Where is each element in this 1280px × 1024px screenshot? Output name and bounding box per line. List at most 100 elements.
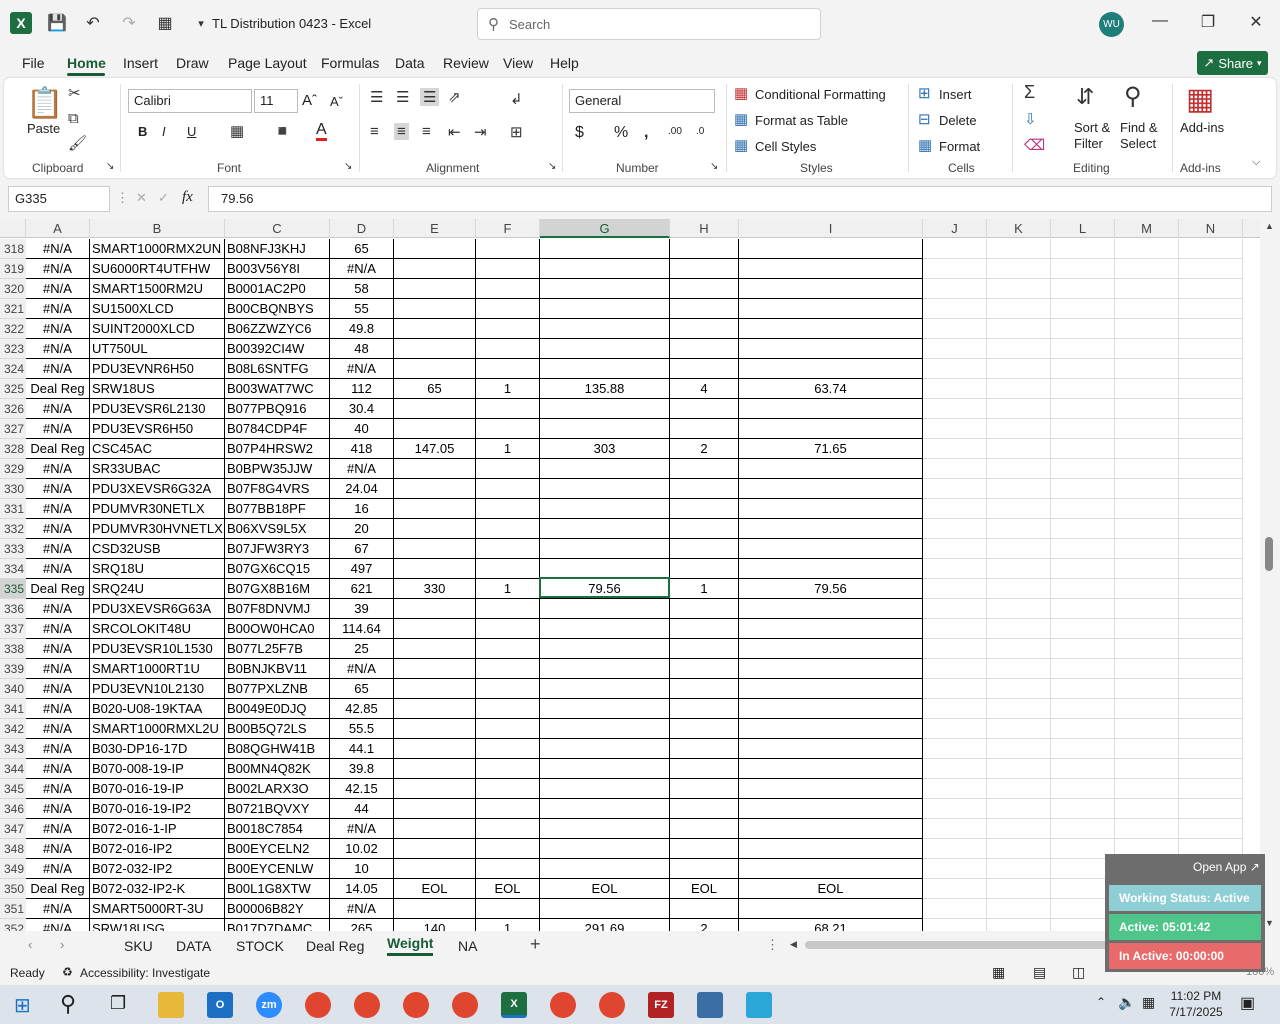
empty-cell[interactable] (923, 459, 987, 479)
cell[interactable]: EOL (540, 879, 670, 899)
cell[interactable] (670, 719, 739, 739)
formula-input[interactable]: 79.56 (208, 186, 1272, 212)
cell[interactable] (670, 539, 739, 559)
empty-cell[interactable] (1115, 419, 1179, 439)
cell[interactable]: Deal Reg (26, 879, 90, 899)
empty-cell[interactable] (923, 659, 987, 679)
cell[interactable] (670, 819, 739, 839)
accessibility-icon[interactable]: ♻ (62, 965, 73, 979)
cell[interactable]: B0001AC2P0 (225, 279, 330, 299)
cell[interactable] (670, 659, 739, 679)
select-all-corner[interactable] (0, 219, 26, 238)
empty-cell[interactable] (987, 779, 1051, 799)
empty-cell[interactable] (987, 239, 1051, 259)
cell[interactable] (670, 279, 739, 299)
empty-cell[interactable] (1115, 619, 1179, 639)
cell[interactable]: CSD32USB (90, 539, 225, 559)
cell[interactable] (540, 859, 670, 879)
sort-filter-label-2[interactable]: Filter (1074, 136, 1103, 151)
close-icon[interactable]: ✕ (1244, 12, 1268, 32)
cell[interactable]: B07GX8B16M (225, 579, 330, 599)
empty-cell[interactable] (1179, 659, 1243, 679)
empty-cell[interactable] (1051, 439, 1115, 459)
empty-cell[interactable] (987, 499, 1051, 519)
cell[interactable]: 65 (330, 239, 394, 259)
cell[interactable]: B072-016-1-IP (90, 819, 225, 839)
cell[interactable] (739, 659, 923, 679)
empty-cell[interactable] (987, 359, 1051, 379)
empty-cell[interactable] (1179, 239, 1243, 259)
next-sheet-icon[interactable]: › (60, 937, 64, 952)
empty-cell[interactable] (987, 859, 1051, 879)
decrease-font-icon[interactable]: Aˇ (330, 94, 343, 109)
empty-cell[interactable] (987, 399, 1051, 419)
cell[interactable]: SMART1500RM2U (90, 279, 225, 299)
cell[interactable] (394, 679, 476, 699)
cell[interactable] (394, 519, 476, 539)
row-header[interactable]: 325 (0, 379, 26, 399)
cell[interactable]: SMART1000RMXL2U (90, 719, 225, 739)
empty-cell[interactable] (923, 799, 987, 819)
cell[interactable] (476, 459, 540, 479)
cell[interactable] (670, 759, 739, 779)
sheet-tab-weight[interactable]: Weight (387, 935, 434, 956)
row-header[interactable]: 318 (0, 239, 26, 259)
row-header[interactable]: 351 (0, 899, 26, 919)
align-bottom-icon[interactable]: ☰ (420, 88, 440, 106)
cell[interactable]: B072-016-IP2 (90, 839, 225, 859)
empty-cell[interactable] (1115, 759, 1179, 779)
cancel-icon[interactable]: ✕ (136, 190, 147, 206)
empty-cell[interactable] (923, 319, 987, 339)
name-box[interactable]: G335 (8, 186, 110, 212)
empty-cell[interactable] (1179, 359, 1243, 379)
chrome-profile-icon[interactable] (354, 992, 380, 1018)
format-cells-button[interactable]: Format (939, 139, 980, 154)
row-header[interactable]: 332 (0, 519, 26, 539)
empty-cell[interactable] (923, 559, 987, 579)
empty-cell[interactable] (1179, 399, 1243, 419)
empty-cell[interactable] (1051, 519, 1115, 539)
cell[interactable] (739, 819, 923, 839)
cell[interactable]: 68.21 (739, 919, 923, 931)
cell[interactable] (476, 719, 540, 739)
cell[interactable] (739, 259, 923, 279)
cell[interactable] (394, 359, 476, 379)
cell[interactable] (540, 339, 670, 359)
row-header[interactable]: 346 (0, 799, 26, 819)
cell[interactable] (670, 679, 739, 699)
bold-icon[interactable]: B (138, 124, 147, 139)
empty-cell[interactable] (1115, 779, 1179, 799)
cell[interactable] (540, 739, 670, 759)
empty-cell[interactable] (1179, 419, 1243, 439)
row-header[interactable]: 344 (0, 759, 26, 779)
empty-cell[interactable] (987, 419, 1051, 439)
row-header[interactable]: 320 (0, 279, 26, 299)
cell[interactable]: 497 (330, 559, 394, 579)
cell[interactable]: 49.8 (330, 319, 394, 339)
empty-cell[interactable] (923, 859, 987, 879)
cell[interactable]: #N/A (26, 679, 90, 699)
cell[interactable] (476, 319, 540, 339)
cell[interactable]: 16 (330, 499, 394, 519)
column-header[interactable]: F (476, 219, 540, 238)
empty-cell[interactable] (1115, 739, 1179, 759)
comma-style-icon[interactable]: , (644, 124, 648, 142)
cell[interactable]: #N/A (26, 819, 90, 839)
cell[interactable]: 20 (330, 519, 394, 539)
cell[interactable]: PDU3EVSR10L1530 (90, 639, 225, 659)
format-as-table-icon[interactable]: ▦ (734, 110, 748, 128)
paste-label[interactable]: Paste (27, 121, 60, 136)
empty-cell[interactable] (1179, 499, 1243, 519)
redo-icon[interactable]: ↷ (118, 13, 140, 33)
empty-cell[interactable] (1115, 259, 1179, 279)
empty-cell[interactable] (923, 479, 987, 499)
spreadsheet-grid[interactable]: ABCDEFGHIJKLMN 318 #N/A SMART1000RMX2UN B08… (0, 219, 1260, 931)
cell[interactable] (394, 539, 476, 559)
cell[interactable]: B020-U08-19KTAA (90, 699, 225, 719)
cell[interactable]: #N/A (26, 239, 90, 259)
align-left-icon[interactable]: ≡ (370, 123, 379, 140)
cell[interactable]: 67 (330, 539, 394, 559)
cell[interactable] (540, 279, 670, 299)
enter-icon[interactable]: ✓ (158, 190, 169, 206)
empty-cell[interactable] (1115, 479, 1179, 499)
